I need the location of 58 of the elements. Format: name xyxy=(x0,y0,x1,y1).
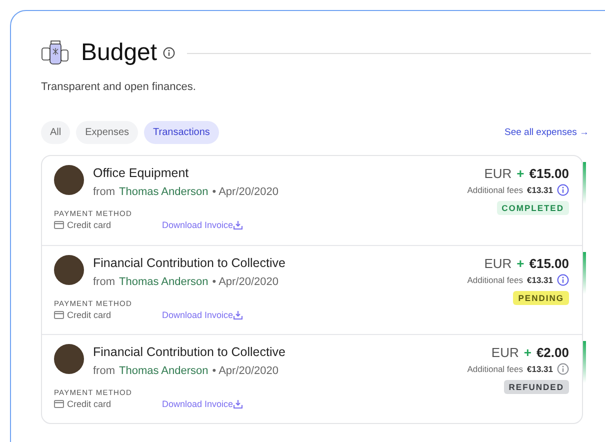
currency: EUR xyxy=(484,166,512,181)
status-badge: REFUNDED xyxy=(504,380,569,394)
currency: EUR xyxy=(491,345,519,360)
section-title: Budget xyxy=(81,39,158,67)
payment-method: Credit card xyxy=(67,220,112,230)
status-bar-indicator xyxy=(583,341,586,383)
transaction-title: Financial Contribution to Collective xyxy=(93,345,286,359)
download-invoice-link[interactable]: Download Invoice xyxy=(162,310,234,320)
avatar xyxy=(54,165,84,195)
download-icon xyxy=(233,220,244,230)
filter-tab[interactable]: Expenses xyxy=(76,121,138,144)
payment-method: Credit card xyxy=(67,310,112,320)
author-link[interactable]: Thomas Anderson xyxy=(119,186,208,198)
filter-tab[interactable]: All xyxy=(41,121,70,144)
plus-sign: + xyxy=(516,256,524,271)
download-invoice-link[interactable]: Download Invoice xyxy=(162,220,234,230)
amount: €2.00 xyxy=(536,345,569,360)
transaction-title: Office Equipment xyxy=(93,166,190,180)
status-badge: COMPLETED xyxy=(496,201,569,215)
from-label: from xyxy=(93,276,115,288)
fees-label: Additional fees xyxy=(467,275,523,285)
status-bar-indicator xyxy=(583,252,586,294)
filter-tab[interactable]: Transactions xyxy=(144,121,219,144)
info-icon[interactable] xyxy=(163,47,176,59)
transaction-date: • Apr/20/2020 xyxy=(212,186,279,198)
see-all-expenses-link[interactable]: See all expenses → xyxy=(504,127,589,138)
author-link[interactable]: Thomas Anderson xyxy=(119,365,208,377)
info-icon[interactable] xyxy=(557,184,569,196)
credit-card-icon xyxy=(54,221,64,229)
amount: €15.00 xyxy=(529,256,569,271)
fees-amount: €13.31 xyxy=(527,364,553,374)
payment-method: Credit card xyxy=(67,399,112,409)
plus-sign: + xyxy=(524,345,532,360)
transaction-date: • Apr/20/2020 xyxy=(212,365,279,377)
fees-label: Additional fees xyxy=(467,185,523,195)
download-icon xyxy=(233,399,244,409)
credit-card-icon xyxy=(54,311,64,319)
avatar xyxy=(54,344,84,374)
fees-amount: €13.31 xyxy=(527,275,553,285)
currency: EUR xyxy=(484,256,512,271)
download-icon xyxy=(233,310,244,320)
download-invoice-link[interactable]: Download Invoice xyxy=(162,399,234,409)
from-label: from xyxy=(93,186,115,198)
transaction-title: Financial Contribution to Collective xyxy=(93,256,286,270)
fees-label: Additional fees xyxy=(467,364,523,374)
status-badge: PENDING xyxy=(513,291,569,305)
budget-jars-icon xyxy=(41,40,71,66)
amount: €15.00 xyxy=(529,166,569,181)
status-bar-indicator xyxy=(583,162,586,204)
info-icon[interactable] xyxy=(557,274,569,286)
transaction-date: • Apr/20/2020 xyxy=(212,276,279,288)
from-label: from xyxy=(93,365,115,377)
fees-amount: €13.31 xyxy=(527,185,553,195)
section-subtitle: Transparent and open finances. xyxy=(41,81,197,93)
plus-sign: + xyxy=(516,166,524,181)
author-link[interactable]: Thomas Anderson xyxy=(119,276,208,288)
avatar xyxy=(54,255,84,285)
credit-card-icon xyxy=(54,400,64,408)
